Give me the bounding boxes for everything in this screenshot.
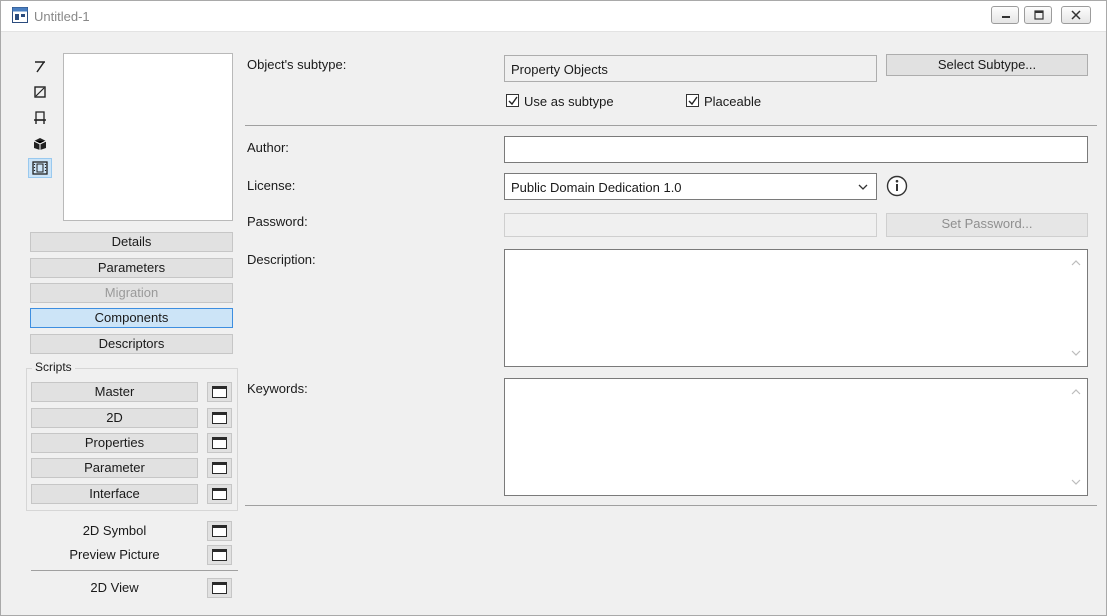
select-subtype-button[interactable]: Select Subtype... <box>886 54 1088 76</box>
interface-window-icon[interactable] <box>207 484 232 504</box>
keywords-textarea[interactable] <box>504 378 1088 496</box>
interface-script-button[interactable]: Interface <box>31 484 198 504</box>
maximize-icon <box>1034 10 1044 20</box>
password-label: Password: <box>247 214 308 229</box>
checkmark-icon <box>508 96 518 106</box>
window: Untitled-1 Details Parameters Migration … <box>0 0 1107 616</box>
preview-canvas[interactable] <box>63 53 233 221</box>
header-divider <box>245 125 1097 126</box>
scroll-up-icon[interactable] <box>1071 388 1081 396</box>
details-button[interactable]: Details <box>30 232 233 252</box>
rect-icon[interactable] <box>28 82 52 102</box>
license-select[interactable]: Public Domain Dedication 1.0 <box>504 173 877 200</box>
parameter-script-button[interactable]: Parameter <box>31 458 198 478</box>
properties-window-icon[interactable] <box>207 433 232 453</box>
subtype-field: Property Objects <box>504 55 877 82</box>
title-bar[interactable]: Untitled-1 <box>1 1 1106 32</box>
preview-picture-window-icon[interactable] <box>207 545 232 565</box>
master-window-icon[interactable] <box>207 382 232 402</box>
scripts-label: Scripts <box>32 360 75 374</box>
footer-divider <box>245 505 1097 506</box>
descriptors-button[interactable]: Descriptors <box>30 334 233 354</box>
chair-icon[interactable] <box>28 108 52 128</box>
minimize-icon <box>1002 16 1010 18</box>
gdl-object-icon <box>12 7 28 23</box>
placeable-checkbox[interactable] <box>686 94 699 107</box>
2d-window-icon[interactable] <box>207 408 232 428</box>
parameters-button[interactable]: Parameters <box>30 258 233 278</box>
checkmark-icon <box>688 96 698 106</box>
license-label: License: <box>247 178 296 193</box>
use-as-subtype-checkbox[interactable] <box>506 94 519 107</box>
close-icon <box>1071 10 1081 20</box>
subtype-label: Object's subtype: <box>247 57 347 72</box>
subtype-value: Property Objects <box>511 62 608 77</box>
scroll-down-icon[interactable] <box>1071 349 1081 357</box>
2d-view-window-icon[interactable] <box>207 578 232 598</box>
migration-button: Migration <box>30 283 233 303</box>
maximize-button[interactable] <box>1024 6 1052 24</box>
2d-script-button[interactable]: 2D <box>31 408 198 428</box>
preview-picture-label[interactable]: Preview Picture <box>31 547 198 562</box>
box-3d-icon[interactable] <box>28 134 52 154</box>
2d-symbol-window-icon[interactable] <box>207 521 232 541</box>
2d-symbol-label[interactable]: 2D Symbol <box>31 523 198 538</box>
scroll-down-icon[interactable] <box>1071 478 1081 486</box>
keywords-label: Keywords: <box>247 381 308 396</box>
parameter-window-icon[interactable] <box>207 458 232 478</box>
2d-view-label[interactable]: 2D View <box>31 580 198 595</box>
components-button[interactable]: Components <box>30 308 233 328</box>
author-field[interactable] <box>504 136 1088 163</box>
minimize-button[interactable] <box>991 6 1019 24</box>
close-button[interactable] <box>1061 6 1091 24</box>
master-script-button[interactable]: Master <box>31 382 198 402</box>
film-icon[interactable] <box>28 158 52 178</box>
chevron-down-icon <box>858 184 868 190</box>
placeable-label[interactable]: Placeable <box>704 94 761 109</box>
use-as-subtype-label[interactable]: Use as subtype <box>524 94 614 109</box>
scroll-up-icon[interactable] <box>1071 259 1081 267</box>
author-label: Author: <box>247 140 289 155</box>
license-value: Public Domain Dedication 1.0 <box>511 180 682 195</box>
sidebar-divider <box>31 570 238 571</box>
selector-icon[interactable] <box>28 56 52 76</box>
info-icon[interactable] <box>886 175 908 197</box>
properties-script-button[interactable]: Properties <box>31 433 198 453</box>
description-label: Description: <box>247 252 316 267</box>
description-textarea[interactable] <box>504 249 1088 367</box>
password-field <box>504 213 877 237</box>
set-password-button: Set Password... <box>886 213 1088 237</box>
window-title: Untitled-1 <box>34 9 90 24</box>
